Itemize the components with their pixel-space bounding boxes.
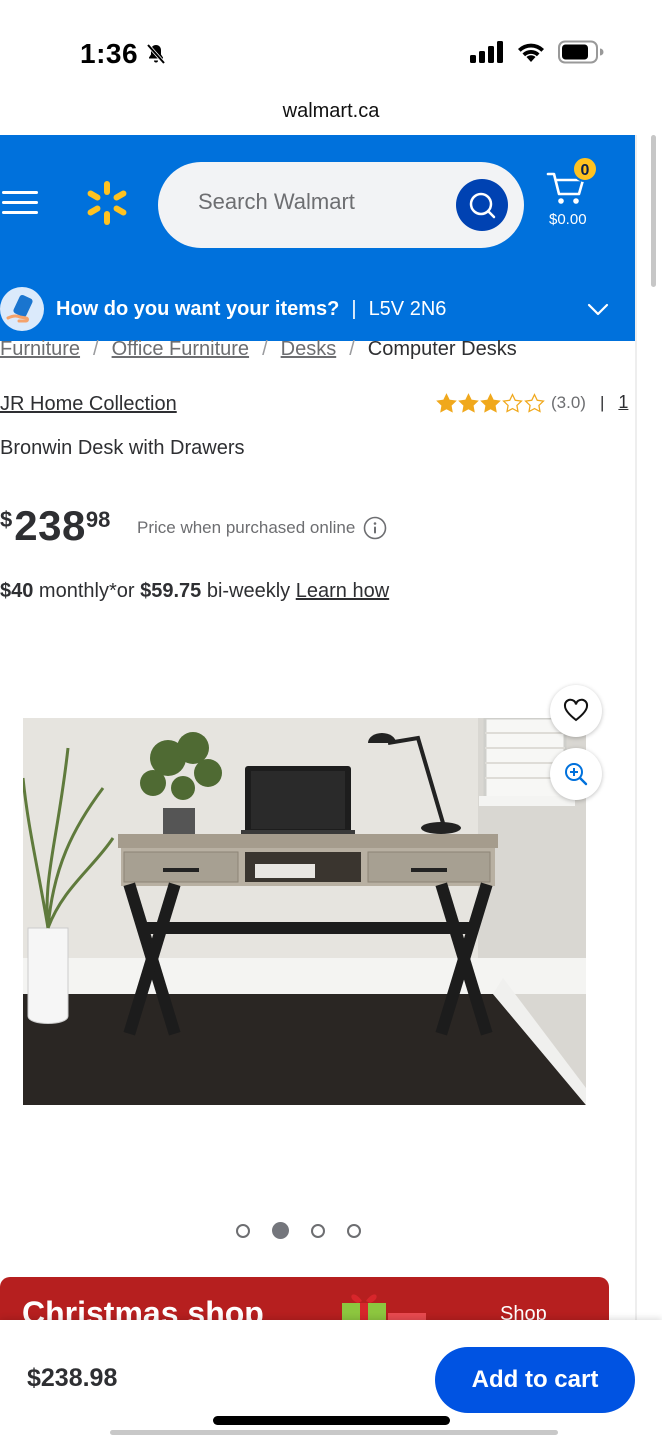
- biweekly-amount: $59.75: [140, 580, 202, 602]
- rating[interactable]: (3.0) | 1: [436, 392, 628, 413]
- price-dollars: 238: [14, 502, 86, 549]
- desk-photo: [23, 718, 586, 1105]
- heart-icon: [563, 698, 589, 722]
- bell-slash-icon: [146, 43, 166, 65]
- browser-scrollbar: [110, 1430, 558, 1435]
- monthly-text: monthly*or: [33, 580, 141, 602]
- status-time: 1:36: [80, 38, 168, 70]
- breadcrumb-desks[interactable]: Desks: [281, 338, 337, 360]
- gallery-dot[interactable]: [347, 1223, 361, 1238]
- breadcrumb-office-furniture[interactable]: Office Furniture: [112, 338, 249, 360]
- gallery-dot[interactable]: [236, 1223, 250, 1238]
- monthly-amount: $40: [0, 580, 34, 602]
- star-empty-icon: [524, 392, 545, 413]
- wifi-icon: [518, 43, 544, 62]
- rating-value: (3.0): [551, 392, 586, 412]
- search-button[interactable]: [456, 179, 508, 231]
- star-filled-icon: [458, 392, 479, 413]
- gallery-dot[interactable]: [272, 1222, 289, 1239]
- chevron-down-icon: [587, 303, 609, 316]
- home-indicator[interactable]: [213, 1416, 450, 1425]
- battery-icon: [558, 40, 604, 64]
- price-currency: $: [0, 507, 13, 532]
- walmart-spark-logo-icon[interactable]: [84, 180, 130, 226]
- price-cents: 98: [85, 507, 111, 532]
- price-note-text: Price when purchased online: [137, 518, 356, 537]
- delivery-question: How do you want your items?: [56, 297, 340, 320]
- add-to-cart-button[interactable]: Add to cart: [435, 1347, 635, 1413]
- delivery-separator: |: [351, 297, 357, 320]
- url-bar[interactable]: walmart.ca: [0, 100, 662, 123]
- cart-count-badge: 0: [572, 156, 598, 182]
- search-input[interactable]: [198, 189, 458, 215]
- brand-link[interactable]: JR Home Collection: [0, 393, 177, 416]
- breadcrumb-furniture[interactable]: Furniture: [0, 338, 80, 360]
- star-empty-icon: [502, 392, 523, 413]
- price-note: Price when purchased online: [137, 516, 387, 540]
- search-bar: [158, 162, 524, 248]
- financing-info: $40 monthly*or $59.75 bi-weekly Learn ho…: [0, 580, 389, 603]
- breadcrumb-separator: /: [93, 338, 99, 360]
- sticky-add-to-cart-bar: $238.98 Add to cart: [0, 1320, 662, 1440]
- delivery-selector[interactable]: How do you want your items? | L5V 2N6: [0, 284, 635, 334]
- page-edge: [635, 135, 637, 1320]
- product-image[interactable]: [23, 718, 586, 1105]
- delivery-hand-icon: [0, 287, 44, 331]
- status-bar: 1:36: [0, 0, 662, 100]
- cart-total: $0.00: [549, 211, 587, 228]
- breadcrumb-separator: /: [349, 338, 355, 360]
- hamburger-menu-icon[interactable]: [2, 188, 38, 218]
- clock: 1:36: [80, 38, 139, 69]
- cart-button[interactable]: 0 $0.00: [546, 156, 606, 236]
- gallery-pagination: [236, 1222, 361, 1239]
- favorite-button[interactable]: [550, 685, 602, 737]
- review-count-link[interactable]: 1: [618, 392, 628, 413]
- biweekly-text: bi-weekly: [201, 580, 296, 602]
- search-icon: [469, 192, 496, 219]
- learn-how-link[interactable]: Learn how: [296, 580, 389, 602]
- cellular-signal-icon: [470, 41, 503, 63]
- breadcrumb: Furniture / Office Furniture / Desks / Compute…: [0, 338, 635, 361]
- page-scrollbar[interactable]: [651, 135, 656, 287]
- star-filled-icon: [436, 392, 457, 413]
- rating-separator: |: [599, 392, 605, 412]
- gallery-dot[interactable]: [311, 1223, 325, 1238]
- info-icon[interactable]: [363, 516, 387, 540]
- product-price: $ 238 98: [0, 503, 110, 549]
- zoom-button[interactable]: [550, 748, 602, 800]
- postal-code: L5V 2N6: [368, 297, 447, 320]
- star-filled-icon: [480, 392, 501, 413]
- bottom-price: $238.98: [27, 1364, 118, 1392]
- status-icons: [470, 40, 604, 64]
- product-title: Bronwin Desk with Drawers: [0, 437, 245, 459]
- breadcrumb-current: Computer Desks: [367, 338, 517, 360]
- zoom-in-icon: [565, 763, 588, 786]
- breadcrumb-separator: /: [262, 338, 268, 360]
- rating-stars: [436, 392, 545, 413]
